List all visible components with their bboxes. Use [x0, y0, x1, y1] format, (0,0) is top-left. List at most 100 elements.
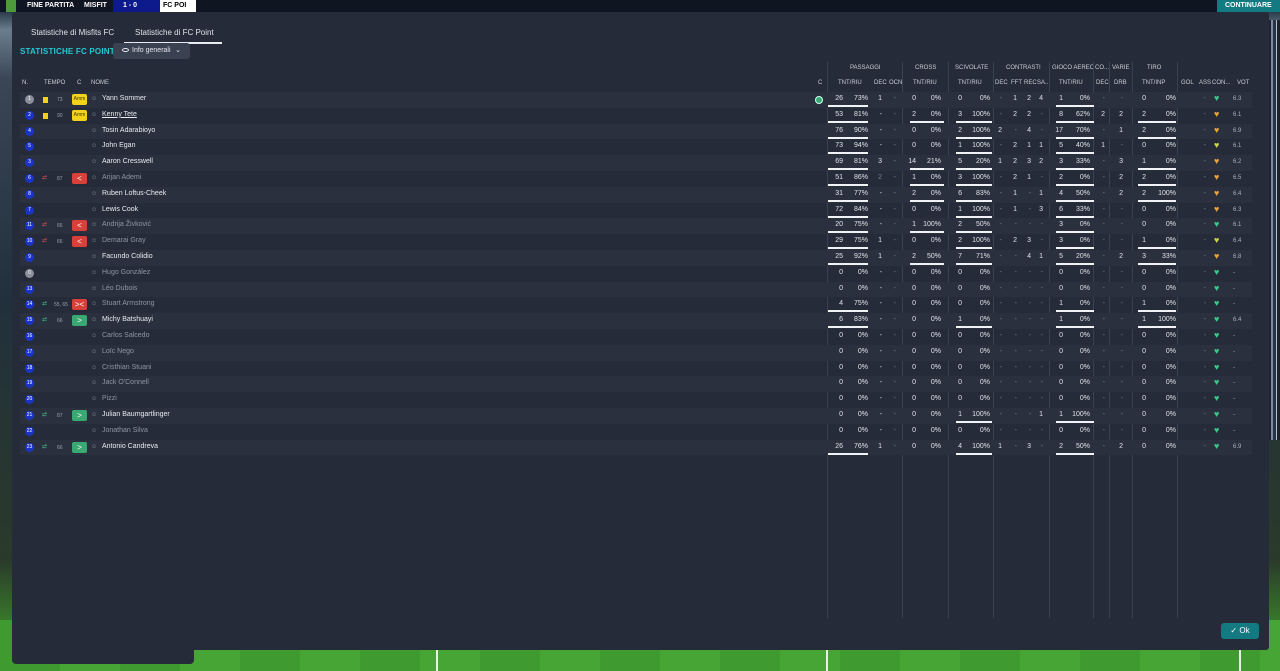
table-row[interactable]: 3 ☺ Aaron Cresswell 69 81% 3-14 21% 5 20% 1 2 3 2 3 33… [20, 155, 1252, 171]
table-row[interactable]: 9 ☺ Facundo Colidio 25 92% 1 - 2 50% 7 71% - - 4 1 5 20%… [20, 250, 1252, 266]
table-row[interactable]: 16 ☺ Carlos Salcedo 0 0% - - 0 0% 0 0% - - - - 0 0% - - 0 0%… [20, 329, 1252, 345]
home-team-tag: MISFIT [84, 2, 107, 9]
table-row[interactable]: 23 ⇄ 66 > ☺ Antonio Candreva 26 76% 1-0 0% 4 100% 1-… [20, 439, 1252, 456]
col-contrasti-rec[interactable]: REC [1024, 80, 1037, 86]
player-name[interactable]: Ruben Loftus-Cheek [102, 190, 166, 197]
player-name[interactable]: Aaron Cresswell [102, 158, 153, 165]
col-pass-tnt-riu[interactable]: TNT/RIU [838, 80, 862, 86]
col-pass-ocn[interactable]: OCN [889, 80, 902, 86]
ok-button[interactable]: ✓ Ok [1221, 623, 1259, 639]
table-row[interactable]: 22 ☺ Jonathan Silva 0 0% - - 0 0% 0 0% - - - - 0 0% - - 0 0%… [20, 424, 1252, 440]
table-row[interactable]: 15 ⇄ 66 > ☺ Michy Batshuayi 6 83% - -0 0% 1 0% - - - -1 0… [20, 313, 1252, 329]
check-icon: ✓ [1230, 626, 1240, 635]
captain-check-icon [815, 96, 823, 104]
stat-sa: 0 [958, 284, 962, 292]
table-row[interactable]: 1 73 Amm ☺ Yann Sommer 26 73% 1 - 0 0% 0 0% - 1 2 4 1 0% - -… [20, 92, 1252, 108]
stat-pdec: - [879, 316, 882, 324]
col-contrasti-fft[interactable]: FFT [1011, 80, 1022, 86]
col-varie-drb[interactable]: DRB [1114, 80, 1127, 86]
player-name[interactable]: Andrija Živković [102, 221, 151, 228]
table-row[interactable]: 13 ☺ Léo Dubois 0 0% - -0 0% 0 0% - - - -0 0% - -0 0% - ♥ - [20, 281, 1252, 298]
player-name[interactable]: Julian Baumgartlinger [102, 411, 170, 418]
stat-pdec: - [879, 395, 882, 403]
col-gol[interactable]: GOL [1181, 80, 1194, 86]
player-name[interactable]: Tosin Adarabioyo [102, 127, 155, 134]
table-row[interactable]: 11 ⇄ 66 < ☺ Andrija Živković 20 75% - - 1 100% 2 50% -… [20, 218, 1252, 235]
table-row[interactable]: 21 ⇄ 87 > ☺ Julian Baumgartlinger 0 0% - -0 0% 1 100… [20, 408, 1252, 424]
stat-sa: 0 [958, 332, 962, 339]
col-tempo[interactable]: TEMPO [44, 80, 65, 86]
col-scivolate-tnt-riu[interactable]: TNT/RIU [958, 80, 982, 86]
col-nome[interactable]: NOME [91, 80, 109, 86]
attempts-bar [910, 199, 944, 202]
stat-cd: - [999, 411, 1002, 418]
shirt-number: 1 [25, 95, 34, 104]
table-row[interactable]: 19 ☺ Jack O'Connell 0 0% - - 0 0% 0 0% - - - - 0 0% - - 0 0%… [20, 376, 1252, 393]
col-n[interactable]: N. [22, 80, 28, 86]
stat-pocn: - [893, 411, 896, 418]
player-name[interactable]: Stuart Armstrong [102, 300, 155, 307]
player-name[interactable]: Jack O'Connell [102, 379, 149, 386]
person-icon: ☺ [91, 348, 98, 355]
col-cross-tnt-riu[interactable]: TNT/RIU [913, 80, 937, 86]
player-name[interactable]: Léo Dubois [102, 285, 137, 292]
stat-tp: 0% [1165, 347, 1176, 355]
col-ass[interactable]: ASS [1199, 80, 1211, 86]
status-badge: > [72, 441, 87, 453]
player-name[interactable]: Demarai Gray [102, 237, 146, 244]
attempts-bar [828, 105, 868, 107]
col-c2[interactable]: C [818, 80, 822, 86]
table-row[interactable]: 7 ☺ Lewis Cook 72 84% - -0 0% 1 100% -1-3 6 33% - -0 0%… [20, 203, 1252, 219]
stat-ta: 0 [1142, 379, 1146, 387]
col-aereo-tnt-riu[interactable]: TNT/RIU [1059, 80, 1083, 86]
player-name[interactable]: Jonathan Silva [102, 427, 148, 434]
col-con[interactable]: CON... [1212, 80, 1230, 86]
tab-misfits-stats[interactable]: Statistiche di Misfits FC [31, 24, 123, 44]
col-contrasti-dec[interactable]: DEC [995, 80, 1008, 86]
player-name[interactable]: Loïc Nego [102, 348, 134, 355]
table-row[interactable]: 17 ☺ Loïc Nego 0 0% - -0 0% 0 0% - - - -0 0% - -0 0% - ♥ - [20, 344, 1252, 361]
player-name[interactable]: Kenny Tete [102, 111, 137, 118]
table-row[interactable]: 5 ☺ John Egan 73 94% - -0 0% 1 100% -2 1 1 5 40% 1-0 0% -… [20, 139, 1252, 155]
table-row[interactable]: 8 ☺ Ruben Loftus-Cheek 31 77% - -2 0% 6 83% -1-1 4 5… [20, 186, 1252, 203]
col-c[interactable]: C [77, 80, 81, 86]
continue-button[interactable]: CONTINUARE [1217, 0, 1280, 12]
table-row[interactable]: 20 ☺ Pizzi 0 0% - -0 0% 0 0% - - - -0 0% - -0 0% - ♥ - [20, 392, 1252, 408]
table-row[interactable]: 4 ☺ Tosin Adarabioyo 76 90% - - 0 0% 2 100% 2 - 4 - 17 7… [20, 123, 1252, 140]
table-row[interactable]: 2 90 Amm ☺ Kenny Tete 53 81% - - 2 0% 3 100% - 2 2 - 8 62%… [20, 108, 1252, 124]
table-row[interactable]: 14 ⇄ 55, 65 >< ☺ Stuart Armstrong 4 75% - - 0 0% 0 0%… [20, 297, 1252, 313]
stat-ga: 0 [1059, 395, 1063, 403]
stat-ca: 0 [912, 347, 916, 355]
stat-ca: 0 [912, 332, 916, 339]
player-name[interactable]: Carlos Salcedo [102, 332, 149, 339]
view-select[interactable]: Info generali ⌄ [113, 43, 190, 59]
tab-fcpoint-stats[interactable]: Statistiche di FC Point [124, 24, 222, 44]
player-name[interactable]: Facundo Colidio [102, 253, 153, 260]
attempts-bar [1056, 326, 1094, 329]
player-name[interactable]: Antonio Candreva [102, 443, 158, 450]
col-pass-dec[interactable]: DEC [874, 80, 887, 86]
col-co-dec[interactable]: DEC [1096, 80, 1109, 86]
player-name[interactable]: Hugo González [102, 269, 150, 276]
stat-pa: 0 [839, 284, 843, 292]
player-name[interactable]: Lewis Cook [102, 206, 138, 213]
table-row[interactable]: 6 ⇄ 87 < ☺ Arijan Ademi 51 86% 2 - 1 0% 3 100% - 2 1 - 2 0%… [20, 171, 1252, 187]
player-name[interactable]: Michy Batshuayi [102, 316, 153, 323]
stat-sa: 0 [958, 395, 962, 403]
rating-value: 6.4 [1233, 317, 1242, 324]
player-name[interactable]: Pizzi [102, 395, 117, 402]
table-row[interactable]: 18 ☺ Cristhian Stuani 0 0% - - 0 0% 0 0% - - - - 0 0% - - 0… [20, 361, 1252, 377]
player-name[interactable]: Cristhian Stuani [102, 364, 151, 371]
col-tiro-tnt-inp[interactable]: TNT/INP [1142, 80, 1165, 86]
stat-cf: 2 [1013, 174, 1017, 181]
table-row[interactable]: 10 ⇄ 66 < ☺ Demarai Gray 29 75% 1 - 0 0% 2 100% - 2 3 - 3 0… [20, 234, 1252, 250]
person-icon: ☺ [91, 317, 98, 324]
player-name[interactable]: Yann Sommer [102, 95, 146, 102]
player-name[interactable]: Arijan Ademi [102, 174, 141, 181]
stat-gp: 0% [1079, 268, 1090, 276]
stat-ass: - [1203, 110, 1206, 118]
table-row[interactable]: 0 ☺ Hugo González 0 0% - -0 0% 0 0% - - - -0 0% - -0 0% - ♥… [20, 266, 1252, 282]
col-vot[interactable]: VOT [1237, 80, 1249, 86]
stat-pp: 0% [857, 284, 868, 292]
player-name[interactable]: John Egan [102, 142, 135, 149]
